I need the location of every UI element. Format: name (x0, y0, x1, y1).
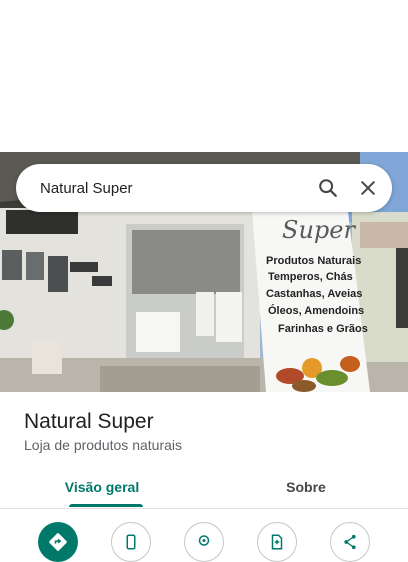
search-bar[interactable]: Natural Super (16, 164, 392, 212)
banner-line: Farinhas e Grãos (278, 323, 368, 335)
banner-line: Produtos Naturais (266, 255, 361, 267)
search-input[interactable]: Natural Super (40, 180, 312, 197)
directions-button[interactable] (38, 522, 78, 562)
tab-overview[interactable]: Visão geral (0, 466, 204, 508)
search-icon[interactable] (312, 172, 344, 204)
place-category[interactable]: Loja de produtos naturais (24, 437, 182, 453)
street-view-icon (195, 533, 213, 556)
tab-bar: Visão geral Sobre (0, 466, 408, 509)
place-name: Natural Super (24, 410, 154, 433)
call-button[interactable] (111, 522, 151, 562)
tab-about[interactable]: Sobre (204, 466, 408, 508)
save-place-button[interactable] (257, 522, 297, 562)
banner-line: Temperos, Chás (268, 271, 353, 283)
save-place-icon (268, 533, 286, 556)
close-icon[interactable] (352, 172, 384, 204)
street-view-button[interactable] (184, 522, 224, 562)
directions-icon (48, 532, 68, 557)
active-tab-indicator (69, 504, 143, 507)
banner-line: Óleos, Amendoins (268, 304, 364, 317)
banner-brand: Super (282, 216, 356, 244)
share-button[interactable] (330, 522, 370, 562)
share-icon (341, 533, 359, 556)
phone-icon (122, 533, 140, 556)
banner-line: Castanhas, Aveias (266, 288, 362, 300)
